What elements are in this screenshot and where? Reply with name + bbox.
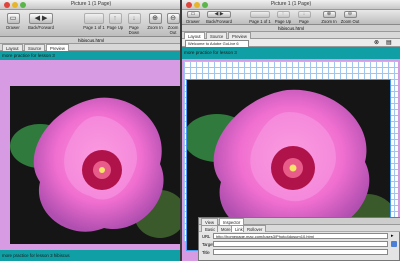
left-footer-bar: more practice for lesson 3 hibiscus <box>0 250 182 261</box>
url-input[interactable]: http://homepage.mac.com/juses3/Photo4dos… <box>213 233 388 239</box>
left-title-bar: Picture 1 (1 Page) <box>0 0 182 10</box>
right-back-forward-icon: ◀ ▶ <box>207 11 231 18</box>
left-page-of-indicator: Page 1 of 1 <box>82 13 106 30</box>
left-heading-bar: more practice for lesson 3 <box>0 51 182 60</box>
url-label: URL <box>202 234 211 239</box>
left-doc-title-bar: hibiscus.html <box>0 37 182 44</box>
browse-icon[interactable]: ▸ <box>391 233 394 239</box>
zoom-window-icon[interactable] <box>20 2 26 8</box>
title-label: Title <box>202 250 210 255</box>
hibiscus-image <box>10 86 182 244</box>
zoom-in-label: Zoom In <box>147 25 163 30</box>
left-zoom-in-button[interactable]: ⊕ Zoom In <box>146 13 164 30</box>
right-page-up-button[interactable]: ↑ Page Up <box>274 11 292 24</box>
right-tab-layout[interactable]: Layout <box>184 32 205 39</box>
zoom-out-icon: ⊖ <box>166 13 180 24</box>
right-page-of-indicator: Page 1 of 1 <box>248 11 272 24</box>
right-toolbar: ▭ Drawer ◀ ▶ Back/Forward Page 1 of 1 ↑ Pag… <box>182 10 400 29</box>
right-page-of-label: Page 1 of 1 <box>249 19 271 24</box>
minimize-window-icon[interactable] <box>12 2 18 8</box>
left-heading-text: more practice for lesson 3 <box>2 53 55 58</box>
page-up-icon: ↑ <box>108 13 122 24</box>
left-window: Picture 1 (1 Page) ▭ Drawer ◀ ▶ Back/Forwa… <box>0 0 182 261</box>
left-tab-bar: Layout Source Preview <box>0 44 182 51</box>
left-page-up-button[interactable]: ↑ Page Up <box>106 13 124 30</box>
right-tab-bar: Layout Source Preview <box>182 32 400 39</box>
right-zoom-out-button[interactable]: ⊖ Zoom Out <box>340 11 360 24</box>
back-forward-label: Back/Forward <box>28 25 54 30</box>
right-drawer-label: Drawer <box>186 19 200 24</box>
right-close-window-icon[interactable] <box>186 2 192 8</box>
left-hibiscus-photo <box>10 86 182 244</box>
page-up-label: Page Up <box>106 25 124 30</box>
right-tab-source[interactable]: Source <box>206 32 228 39</box>
left-footer-text: more practice for lesson 3 hibiscus <box>2 253 70 258</box>
left-doc-title: hibiscus.html <box>77 38 104 43</box>
left-tab-source[interactable]: Source <box>24 44 46 51</box>
right-zoom-out-label: Zoom Out <box>340 19 360 24</box>
right-page-number-field-icon <box>250 11 270 18</box>
right-zoom-window-icon[interactable] <box>202 2 208 8</box>
zoom-in-icon: ⊕ <box>148 13 162 24</box>
inspector-tab-row: View Inspector <box>199 218 400 225</box>
right-title-bar: Picture 1 (1 Page) <box>182 0 400 10</box>
right-page-up-icon: ↑ <box>276 11 290 18</box>
right-page-up-label: Page Up <box>274 19 292 24</box>
right-window-title: Picture 1 (1 Page) <box>270 1 312 7</box>
inspector-subtab-row: Basic More Link Rollover <box>199 225 400 232</box>
left-back-forward-button[interactable]: ◀ ▶ Back/Forward <box>26 13 56 30</box>
target-dropdown-icon[interactable] <box>391 241 397 247</box>
right-zoom-in-label: Zoom In <box>321 19 337 24</box>
left-drawer-button[interactable]: ▭ Drawer <box>3 13 23 30</box>
page-of-label: Page 1 of 1 <box>83 25 105 30</box>
right-page-down-icon: ↓ <box>297 11 311 18</box>
right-zoom-in-icon: ⊕ <box>322 11 336 18</box>
left-page-down-button[interactable]: ↓ Page Down <box>124 13 144 35</box>
right-doc-title: hibiscus.html <box>277 26 304 31</box>
right-drawer-button[interactable]: ▭ Drawer <box>184 11 202 24</box>
right-back-forward-button[interactable]: ◀ ▶ Back/Forward <box>204 11 234 24</box>
right-zoom-out-icon: ⊖ <box>343 11 357 18</box>
palette-tab-view[interactable]: View <box>201 218 219 225</box>
target-input[interactable] <box>213 241 388 247</box>
right-minimize-window-icon[interactable] <box>194 2 200 8</box>
right-heading-text: more practice for lesson 3 <box>184 50 237 55</box>
zoom-out-label: Zoom Out <box>167 25 179 35</box>
target-label: Target <box>202 242 214 247</box>
right-doc-title-bar: hibiscus.html <box>182 25 400 32</box>
page-down-icon: ↓ <box>127 13 141 24</box>
palette-tab-inspector[interactable]: Inspector <box>219 218 245 225</box>
right-back-forward-label: Back/Forward <box>206 19 232 24</box>
right-zoom-in-button[interactable]: ⊕ Zoom In <box>320 11 338 24</box>
left-tab-preview[interactable]: Preview <box>46 44 69 51</box>
page-number-field-icon <box>84 13 104 24</box>
drawer-label: Drawer <box>6 25 20 30</box>
left-toolbar: ▭ Drawer ◀ ▶ Back/Forward Page 1 of 1 ↑ Pag… <box>0 10 182 37</box>
left-window-title: Picture 1 (1 Page) <box>70 1 112 7</box>
link-icon[interactable]: ⊗ <box>374 39 379 47</box>
right-address-bar: Welcome to Adobe GoLive 6 ⊗ ▤ <box>182 39 400 48</box>
inspector-palette: View Inspector Basic More Link Rollover … <box>198 217 400 261</box>
left-tab-layout[interactable]: Layout <box>2 44 23 51</box>
right-tab-preview[interactable]: Preview <box>228 32 251 39</box>
page-down-label: Page Down <box>128 25 140 35</box>
right-window: Picture 1 (1 Page) ▭ Drawer ◀ ▶ Back/Forwa… <box>182 0 400 261</box>
subtab-rollover[interactable]: Rollover <box>243 225 267 232</box>
page-properties-icon[interactable]: ▤ <box>386 39 392 47</box>
back-forward-icon: ◀ ▶ <box>29 13 53 24</box>
close-window-icon[interactable] <box>4 2 10 8</box>
right-heading-bar: more practice for lesson 3 <box>182 47 400 59</box>
drawer-icon: ▭ <box>6 13 20 24</box>
right-drawer-icon: ▭ <box>186 11 200 18</box>
title-input[interactable] <box>213 249 388 255</box>
